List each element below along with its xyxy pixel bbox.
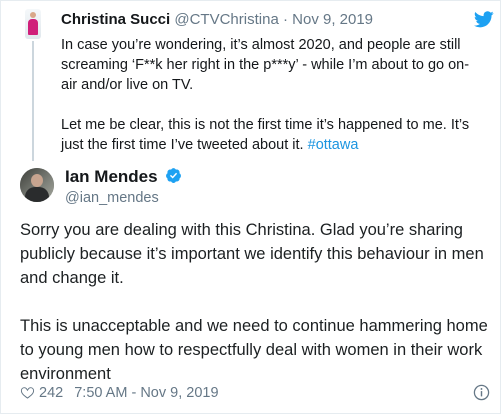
parent-separator: · — [278, 11, 293, 28]
parent-paragraph-2: Let me be clear, this is not the first t… — [61, 115, 481, 155]
parent-avatar[interactable] — [25, 9, 41, 39]
parent-avatar-head — [30, 12, 36, 18]
parent-tweet-header: Christina Succi @CTVChristina · Nov 9, 2… — [61, 11, 373, 29]
author-name[interactable]: Ian Mendes — [65, 167, 158, 186]
tweet-author[interactable]: Ian Mendes @ian_mendes — [65, 167, 182, 208]
parent-avatar-body — [28, 19, 38, 35]
tweet-paragraph-2: This is unacceptable and we need to cont… — [20, 317, 488, 383]
hashtag-link[interactable]: #ottawa — [308, 137, 359, 153]
author-handle[interactable]: @ian_mendes — [65, 188, 182, 208]
avatar-head — [31, 174, 43, 187]
tweet-text: Sorry you are dealing with this Christin… — [20, 218, 490, 410]
thread-connector-line — [32, 41, 34, 161]
verified-badge-icon — [166, 168, 181, 183]
embedded-tweet-card: Christina Succi @CTVChristina · Nov 9, 2… — [0, 0, 501, 414]
avatar-body — [25, 187, 49, 202]
parent-author-name[interactable]: Christina Succi — [61, 11, 170, 28]
parent-tweet-text: In case you’re wondering, it’s almost 20… — [61, 35, 481, 175]
parent-author-handle[interactable]: @CTVChristina — [174, 11, 278, 28]
twitter-bird-icon[interactable] — [474, 11, 494, 28]
like-count[interactable]: 242 — [39, 385, 63, 401]
author-avatar[interactable] — [20, 168, 54, 202]
author-name-row: Ian Mendes — [65, 167, 182, 187]
tweet-timestamp[interactable]: 7:50 AM - Nov 9, 2019 — [74, 385, 218, 401]
parent-paragraph-1: In case you’re wondering, it’s almost 20… — [61, 37, 470, 93]
parent-date[interactable]: Nov 9, 2019 — [292, 11, 373, 28]
tweet-footer: 242 7:50 AM - Nov 9, 2019 — [20, 383, 490, 403]
parent-paragraph-2-text: Let me be clear, this is not the first t… — [61, 117, 470, 153]
tweet-paragraph-1: Sorry you are dealing with this Christin… — [20, 221, 484, 287]
info-icon[interactable] — [473, 384, 490, 401]
quoted-parent-tweet[interactable]: Christina Succi @CTVChristina · Nov 9, 2… — [1, 1, 501, 161]
heart-icon[interactable] — [20, 385, 35, 399]
